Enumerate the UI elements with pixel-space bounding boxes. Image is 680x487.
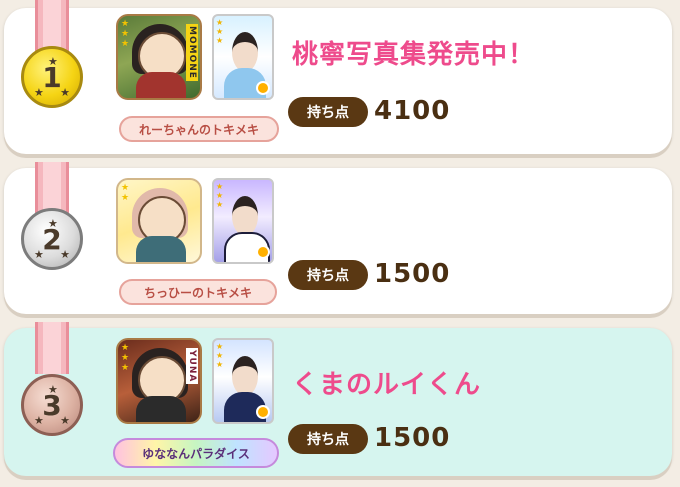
badge-icon <box>256 405 270 419</box>
title-pill: ちっひーのトキメキ <box>119 279 277 305</box>
badge-icon <box>256 245 270 259</box>
score-value: 1500 <box>374 259 451 289</box>
rarity-stars-icon: ★ ★ <box>121 183 130 203</box>
avatar-body <box>136 396 186 422</box>
badge-icon <box>256 81 270 95</box>
rank-medal-bronze: ★ ★ ★ 3 <box>21 374 83 436</box>
score-label: 持ち点 <box>288 260 368 290</box>
member-photo-card[interactable]: ★ ★ ★ <box>212 338 274 424</box>
character-avatar[interactable]: ★ ★ <box>116 178 202 264</box>
rarity-stars-icon: ★ ★ ★ <box>121 19 130 49</box>
score-label: 持ち点 <box>288 424 368 454</box>
ranking-card <box>4 8 672 154</box>
avatar-name-tag: MOMONE <box>186 24 198 81</box>
rarity-stars-icon: ★ ★ ★ <box>121 343 130 373</box>
ranking-row-3[interactable]: ★ ★ ★ 3 ★ ★ ★ YUNA ★ ★ ★ ゆななんパラダイス くまのルイくん 持… <box>0 322 680 487</box>
ranking-row-2[interactable]: ★ ★ ★ 2 ★ ★ ★ ★ ★ ちっひーのトキメキ 持ち点 1500 <box>0 160 680 320</box>
avatar-body <box>136 72 186 98</box>
rank-number: 3 <box>42 388 62 422</box>
medal-ribbon <box>35 322 69 374</box>
member-photo-card[interactable]: ★ ★ ★ <box>212 14 274 100</box>
score-value: 1500 <box>374 423 451 453</box>
rarity-stars-icon: ★ ★ ★ <box>216 18 224 45</box>
headline-text: くまのルイくん <box>292 370 482 400</box>
avatar-name-tag: YUNA <box>186 348 198 385</box>
headline-text: 桃寧写真集発売中！ <box>292 40 536 70</box>
medal-ribbon <box>35 162 69 214</box>
character-avatar[interactable]: ★ ★ ★ MOMONE <box>116 14 202 100</box>
photo-head <box>232 356 258 396</box>
rarity-stars-icon: ★ ★ ★ <box>216 342 224 369</box>
character-avatar[interactable]: ★ ★ ★ YUNA <box>116 338 202 424</box>
rank-medal-silver: ★ ★ ★ 2 <box>21 208 83 270</box>
medal-ribbon <box>35 0 69 52</box>
score-label: 持ち点 <box>288 97 368 127</box>
rank-number: 2 <box>42 222 62 256</box>
title-pill: ゆななんパラダイス <box>113 438 279 468</box>
rarity-stars-icon: ★ ★ ★ <box>216 182 224 209</box>
avatar-body <box>136 236 186 262</box>
rank-number: 1 <box>42 60 62 94</box>
rank-medal-gold: ★ ★ ★ 1 <box>21 46 83 108</box>
ranking-row-1[interactable]: ★ ★ ★ 1 ★ ★ ★ MOMONE ★ ★ ★ れーちゃんのトキメキ 桃寧写真集発… <box>0 0 680 160</box>
photo-head <box>232 196 258 236</box>
score-value: 4100 <box>374 96 451 126</box>
member-photo-card[interactable]: ★ ★ ★ <box>212 178 274 264</box>
ranking-card <box>4 168 672 314</box>
title-pill: れーちゃんのトキメキ <box>119 116 279 142</box>
photo-head <box>232 32 258 72</box>
